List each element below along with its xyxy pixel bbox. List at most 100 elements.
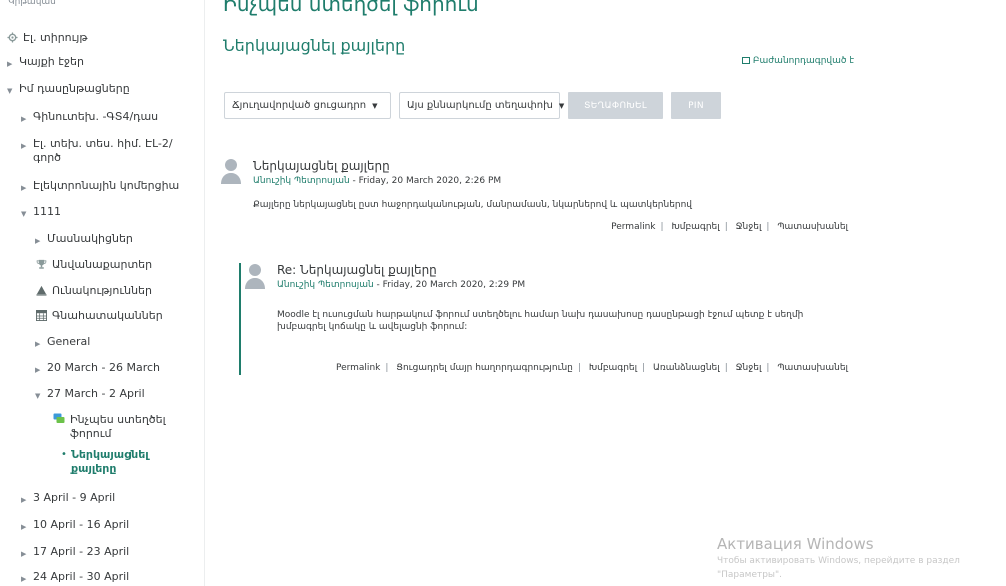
edit-link[interactable]: Խմբագրել <box>589 363 637 373</box>
windows-activation-title: Активация Windows <box>717 535 874 553</box>
sidebar-item-badges[interactable]: Անվանաքարտեր <box>35 258 152 272</box>
sidebar-item-forum[interactable]: Ինչպես ստեղծել ֆորում <box>53 413 193 441</box>
sidebar-top-cut[interactable]: Կրթական <box>8 0 56 9</box>
sidebar-item-course-1111[interactable]: ▼ 1111 <box>21 205 61 221</box>
sidebar-item-label: 20 March - 26 March <box>47 361 161 374</box>
windows-activation-line2: "Параметры". <box>717 570 783 580</box>
separator: | <box>642 363 646 373</box>
separator: | <box>724 222 728 232</box>
sidebar-item-my-courses[interactable]: ▼ Իմ դասընթացները <box>7 82 130 98</box>
sidebar-item-week-5[interactable]: ▶ 17 April - 23 April <box>21 545 129 561</box>
sidebar-item-label: 17 April - 23 April <box>33 545 130 558</box>
chevron-right-icon: ▶ <box>35 340 41 348</box>
display-mode-select[interactable]: Ճյուղավորված ցուցադրո ▼ <box>224 92 391 119</box>
sidebar-item-participants[interactable]: ▶ Մասնակիցներ <box>35 232 133 248</box>
avatar[interactable] <box>221 157 241 185</box>
sidebar-item-label: Ներկայացնել քայլերը <box>71 448 149 475</box>
sidebar-item-label: Մասնակիցներ <box>47 232 133 245</box>
subscribe-toggle[interactable]: Բաժանորդագրված է <box>741 56 854 66</box>
sidebar-item-week-3[interactable]: ▶ 3 April - 9 April <box>21 491 115 507</box>
main-content: Ինչպես ստեղծել ֆորում Ներկայացնել քայլեր… <box>205 0 1006 586</box>
avatar[interactable] <box>245 262 265 290</box>
sidebar-item-label: 24 April - 30 April <box>33 570 130 583</box>
chevron-right-icon: ▶ <box>21 523 27 531</box>
sidebar-item-course-1[interactable]: ▶ Գինուտեխ. -ԳՏ4/դաս <box>21 110 158 126</box>
post-commands: Permalink | Խմբագրել | Ջնջել | Պատասխանել <box>611 222 848 232</box>
sidebar-item-week-6[interactable]: ▶ 24 April - 30 April <box>21 570 129 586</box>
bullet-icon: • <box>61 449 67 460</box>
permalink-link[interactable]: Permalink <box>336 363 380 373</box>
grades-icon <box>35 309 47 321</box>
trophy-icon <box>35 258 47 270</box>
windows-activation-line1: Чтобы активировать Windows, перейдите в … <box>717 556 960 566</box>
chevron-right-icon: ▶ <box>21 496 27 504</box>
post-author-link[interactable]: Անուշիկ Պետրոսյան <box>277 280 374 290</box>
separator: | <box>660 222 664 232</box>
delete-link[interactable]: Ջնջել <box>736 222 762 232</box>
sidebar-item-label: Էլ. տեխ. տես. հիմ. ԷԼ-2/ գործ <box>33 137 173 164</box>
chevron-right-icon: ▶ <box>7 60 13 68</box>
sidebar-item-label: 27 March - 2 April <box>47 387 145 400</box>
caret-down-icon: ▼ <box>372 101 378 110</box>
post-body: Քայլերը ներկայացնել ըստ հաջորդականության… <box>253 200 693 210</box>
subscribed-label: Բաժանորդագրված է <box>752 56 854 66</box>
chevron-right-icon: ▶ <box>21 575 27 583</box>
chevron-right-icon: ▶ <box>35 366 41 374</box>
reply-link[interactable]: Պատասխանել <box>777 222 848 232</box>
split-link[interactable]: Առանձնացնել <box>653 363 720 373</box>
discussion-title: Ներկայացնել քայլերը <box>223 36 406 55</box>
reply-link[interactable]: Պատասխանել <box>777 363 848 373</box>
separator: | <box>766 222 770 232</box>
move-discussion-value: Այս քննարկումը տեղափոխ <box>407 100 553 111</box>
separator: | <box>577 363 581 373</box>
sidebar-item-course-3[interactable]: ▶ Էլեկտրոնային կոմերցիա <box>21 179 179 195</box>
chevron-down-icon: ▼ <box>35 392 41 400</box>
page-title: Ինչպես ստեղծել ֆորում <box>223 0 479 16</box>
sidebar-item-label: Էլ. տիրույթ <box>23 31 88 44</box>
post-date: - Friday, 20 March 2020, 2:29 PM <box>373 280 526 290</box>
sidebar-item-label: Անվանաքարտեր <box>52 258 153 271</box>
separator: | <box>766 363 770 373</box>
discussion-controls: Ճյուղավորված ցուցադրո ▼ Այս քննարկումը տ… <box>224 92 721 119</box>
permalink-link[interactable]: Permalink <box>611 222 655 232</box>
move-discussion-select[interactable]: Այս քննարկումը տեղափոխ ▼ <box>399 92 564 119</box>
sidebar-item-competencies[interactable]: Ունակություններ <box>35 284 152 298</box>
competency-icon <box>35 284 47 296</box>
move-button[interactable]: ՏԵՂԱՓՈԽԵԼ <box>568 92 663 119</box>
post-subject: Ներկայացնել քայլերը <box>253 159 390 173</box>
sidebar-item-course-2[interactable]: ▶ Էլ. տեխ. տես. հիմ. ԷԼ-2/ գործ <box>21 137 201 165</box>
post-body: Moodle էլ ուսուցման հարթակում ֆորում ստե… <box>277 310 804 332</box>
sidebar-item-week-2[interactable]: ▼ 27 March - 2 April <box>35 387 145 403</box>
delete-link[interactable]: Ջնջել <box>736 363 762 373</box>
sidebar-item-label: Գինուտեխ. -ԳՏ4/դաս <box>33 110 159 123</box>
sidebar-item-grades[interactable]: Գնահատականներ <box>35 309 163 323</box>
sidebar-item-label: General <box>47 335 91 348</box>
sidebar-item-label: 3 April - 9 April <box>33 491 116 504</box>
sidebar-item-current-discussion[interactable]: • Ներկայացնել քայլերը <box>61 448 191 476</box>
separator: | <box>724 363 728 373</box>
edit-link[interactable]: Խմբագրել <box>671 222 719 232</box>
post-byline: Անուշիկ Պետրոսյան - Friday, 20 March 202… <box>253 176 501 186</box>
chevron-right-icon: ▶ <box>21 550 27 558</box>
sidebar-item-label: Էլեկտրոնային կոմերցիա <box>33 179 180 192</box>
sidebar-item-label: Ունակություններ <box>52 284 152 297</box>
post-commands: Permalink | Ցուցադրել մայր հաղորդագրությո… <box>336 363 848 373</box>
pin-button[interactable]: PIN <box>671 92 721 119</box>
sidebar-item-general[interactable]: ▶ General <box>35 335 90 351</box>
sidebar-item-site-home[interactable]: Էլ. տիրույթ <box>6 31 88 45</box>
sidebar-item-week-4[interactable]: ▶ 10 April - 16 April <box>21 518 129 534</box>
display-mode-value: Ճյուղավորված ցուցադրո <box>232 100 367 111</box>
chevron-right-icon: ▶ <box>21 184 27 192</box>
show-parent-link[interactable]: Ցուցադրել մայր հաղորդագրությունը <box>396 363 573 373</box>
sidebar-item-label: 1111 <box>33 205 61 218</box>
post-date: - Friday, 20 March 2020, 2:26 PM <box>349 176 502 186</box>
sidebar-item-site-pages[interactable]: ▶ Կայքի էջեր <box>7 55 84 71</box>
sidebar-item-label: Կայքի էջեր <box>19 55 84 68</box>
sidebar-item-label: Կրթական <box>8 0 56 7</box>
sidebar-item-label: Գնահատականներ <box>52 309 163 322</box>
chevron-right-icon: ▶ <box>21 115 27 123</box>
separator: | <box>385 363 389 373</box>
sidebar-item-week-1[interactable]: ▶ 20 March - 26 March <box>35 361 160 377</box>
post-author-link[interactable]: Անուշիկ Պետրոսյան <box>253 176 350 186</box>
sidebar: Կրթական Էլ. տիրույթ ▶ Կայքի էջեր ▼ Իմ դա… <box>0 0 205 586</box>
